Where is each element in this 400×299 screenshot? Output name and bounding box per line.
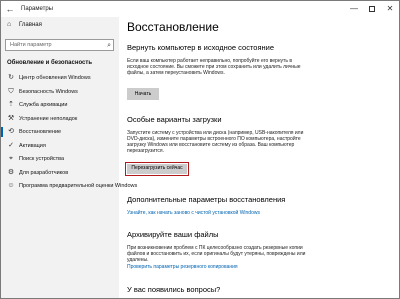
activation-icon: ✓	[8, 141, 14, 149]
reset-heading: Вернуть компьютер в исходное состояние	[127, 43, 275, 52]
advanced-startup-description: Запустите систему с устройства или диска…	[127, 130, 304, 154]
wrench-icon: ⚒	[7, 114, 15, 122]
arrow-left-icon[interactable]: ←	[4, 3, 16, 15]
sidebar-item[interactable]: ⌖ Поиск устройства	[1, 153, 119, 166]
sidebar-item[interactable]: ⛉ Безопасность Windows	[1, 86, 119, 99]
shield-icon: ⛉	[8, 87, 14, 95]
backup-settings-link[interactable]: Проверить параметры резервного копирован…	[127, 264, 238, 270]
sidebar-item-label: Служба архивации	[19, 102, 68, 108]
home-icon: ⌂	[7, 21, 12, 28]
minimize-button[interactable]: —	[345, 1, 363, 17]
sidebar-item[interactable]: ⚙ Для разработчиков	[1, 167, 119, 180]
sidebar-item-label: Безопасность Windows	[19, 88, 78, 95]
restart-now-label: Перезагрузить сейчас	[127, 164, 187, 174]
backup-heading: Архивируйте ваши файлы	[127, 230, 219, 239]
reset-description: Если ваш компьютер работает неправильно,…	[127, 58, 301, 76]
sidebar-item-label: Устранение неполадок	[19, 115, 78, 122]
backup-icon: ⇡	[8, 101, 14, 108]
questions-heading: У вас появились вопросы?	[127, 285, 221, 294]
search-input[interactable]: Найти параметр ⌕	[5, 39, 114, 51]
sidebar-item-label: Восстановление	[19, 129, 62, 135]
start-button[interactable]: Начать	[127, 88, 159, 100]
search-placeholder: Найти параметр	[10, 42, 52, 48]
backup-description: При возникновении проблем с ПК целесообр…	[127, 245, 306, 263]
search-icon[interactable]: ⌕	[107, 41, 111, 50]
developer-icon: ⚙	[7, 168, 15, 176]
sidebar-item[interactable]: ⚒ Устранение неполадок	[1, 113, 119, 126]
sidebar-category-title: Обновление и безопасность	[7, 60, 93, 66]
settings-window: ← Параметры — ✕ ⌂ Главная Найти параметр…	[0, 0, 400, 299]
sidebar-item[interactable]: ↻ Центр обновления Windows	[1, 72, 119, 85]
sidebar-item[interactable]: ☺ Программа предварительной оценки Window…	[1, 180, 137, 193]
page-title: Восстановление	[127, 20, 219, 34]
maximize-icon	[369, 5, 375, 12]
sidebar-item[interactable]: ✓ Активация	[1, 140, 119, 153]
more-recovery-heading: Дополнительные параметры восстановления	[127, 195, 286, 204]
sidebar-item-label: Центр обновления Windows	[19, 75, 91, 81]
fresh-start-link[interactable]: Узнайте, как начать заново с чистой уста…	[127, 210, 260, 216]
window-title: Параметры	[21, 6, 53, 12]
scrollbar[interactable]	[396, 17, 398, 298]
sidebar-item-label: Активация	[19, 142, 46, 149]
sidebar-item-label: Главная	[19, 22, 42, 28]
recovery-icon: ⟲	[8, 128, 14, 135]
find-device-icon: ⌖	[9, 155, 13, 162]
close-button[interactable]: ✕	[381, 1, 399, 17]
sidebar: ⌂ Главная Найти параметр ⌕ Обновление и …	[1, 17, 137, 298]
title-bar: ← Параметры — ✕	[1, 1, 399, 17]
active-indicator	[1, 127, 3, 137]
sidebar-item-label: Поиск устройства	[19, 156, 65, 162]
sidebar-item-label: Для разработчиков	[19, 169, 69, 176]
main-content: Восстановление Вернуть компьютер в исход…	[119, 17, 399, 298]
sidebar-item[interactable]: ⇡ Служба архивации	[1, 99, 119, 112]
sync-icon: ↻	[8, 74, 14, 81]
maximize-button[interactable]	[363, 1, 381, 17]
restart-now-button[interactable]: Перезагрузить сейчас	[125, 162, 189, 176]
sidebar-item[interactable]: ⟲ Восстановление	[1, 126, 119, 139]
advanced-startup-heading: Особые варианты загрузки	[127, 115, 222, 124]
insider-icon: ☺	[7, 182, 15, 189]
sidebar-item-home[interactable]: ⌂ Главная	[1, 19, 119, 31]
